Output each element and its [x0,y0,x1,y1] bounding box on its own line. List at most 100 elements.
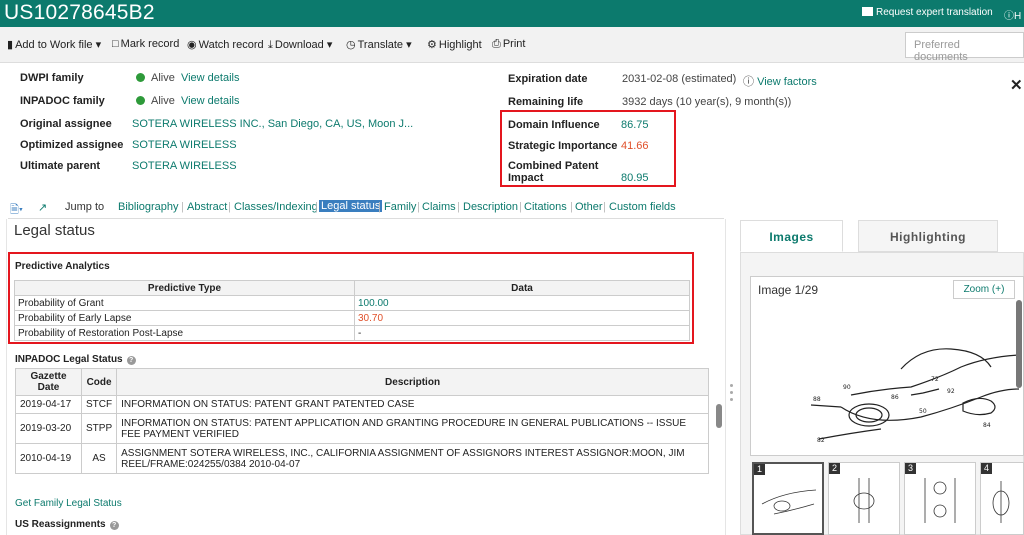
jump-custom-fields[interactable]: Custom fields [609,201,676,213]
watch-record-button[interactable]: ◉ Watch record [187,38,264,51]
jump-abstract[interactable]: Abstract [187,201,227,213]
legal-code: STPP [80,413,118,444]
scrollbar-thumb[interactable] [716,404,722,428]
preferred-documents-input[interactable]: Preferred documents [905,32,1024,63]
request-translation-label: Request expert translation [876,7,993,18]
us-reassignments-label: US Reassignments [15,519,106,530]
panel-resize-handle[interactable] [730,384,734,414]
separator: | [228,201,231,213]
strategic-importance-label: Strategic Importance [508,140,618,152]
jump-citations[interactable]: Citations [524,201,567,213]
jump-classes-indexing[interactable]: Classes/Indexing [234,201,318,213]
view-factors-label: View factors [757,76,817,88]
table-row: Probability of Restoration Post-Lapse - [14,325,690,341]
thumbnail-number: 4 [981,463,992,474]
help-button[interactable]: ⓘH [1004,7,1021,22]
title-bar: US10278645B2 Request expert translation … [0,0,1024,27]
svg-text:92: 92 [947,388,955,395]
gear-icon: ⚙ [427,39,437,51]
table-row: Probability of Early Lapse 30.70 [14,310,690,326]
external-link-icon[interactable]: ↗ [38,201,47,214]
help-icon[interactable]: ? [126,356,136,365]
image-viewer[interactable]: 88 90 86 72 92 50 84 82 [750,276,1024,456]
svg-text:72: 72 [931,376,939,383]
divider [8,218,724,219]
combined-impact-label-line1: Combined Patent [508,160,599,172]
gazette-date: 2019-03-20 [15,413,82,444]
help-icon: ⓘ [1004,11,1014,22]
inpadoc-legal-status-table: Gazette Date Code Description 2019-04-17… [15,368,709,474]
legal-code: AS [80,443,118,474]
scrollbar-thumb[interactable] [1016,300,1022,388]
add-to-work-file-button[interactable]: ▮ Add to Work file ▾ [7,38,101,51]
original-assignee-link[interactable]: SOTERA WIRELESS INC., San Diego, CA, US,… [132,118,413,130]
jump-other[interactable]: Other [575,201,603,213]
inpadoc-view-details-link[interactable]: View details [181,95,240,107]
thumbnail[interactable]: 4 [980,462,1024,535]
thumbnail[interactable]: 1 [752,462,824,535]
predictive-data: 100.00 [354,295,690,311]
svg-text:88: 88 [813,396,821,403]
table-row: 2010-04-19 AS ASSIGNMENT SOTERA WIRELESS… [15,443,709,474]
jump-legal-status[interactable]: Legal status [319,200,383,212]
info-icon: ⓘ [743,76,754,88]
request-translation-button[interactable]: Request expert translation [862,7,993,18]
thumbnail-number: 2 [829,463,840,474]
highlight-button[interactable]: ⚙ Highlight [427,38,482,51]
translation-icon [862,7,873,16]
predictive-type: Probability of Grant [14,295,355,311]
ultimate-parent-link[interactable]: SOTERA WIRELESS [132,160,237,172]
print-button[interactable]: ⎙ Print [492,38,525,51]
inpadoc-family-label: INPADOC family [20,95,105,107]
combined-impact-value: 80.95 [621,172,649,184]
separator: | [519,201,522,213]
remaining-life-value: 3932 days (10 year(s), 9 month(s)) [622,96,792,108]
patent-drawing: 88 90 86 72 92 50 84 82 [810,348,1020,444]
inpadoc-title-label: INPADOC Legal Status [15,354,123,365]
jump-bibliography[interactable]: Bibliography [118,201,179,213]
legal-description: ASSIGNMENT SOTERA WIRELESS, INC., CALIFO… [116,443,709,474]
download-button[interactable]: ⤓ Download ▾ [268,38,332,52]
highlight-label: Highlight [438,39,482,51]
tab-highlighting[interactable]: Highlighting [858,220,998,252]
optimized-assignee-link[interactable]: SOTERA WIRELESS [132,139,237,151]
get-family-legal-status-link[interactable]: Get Family Legal Status [15,498,122,509]
mark-record-button[interactable]: □ Mark record [112,38,179,50]
predictive-data: - [354,325,690,341]
ultimate-parent-label: Ultimate parent [20,160,101,172]
inpadoc-legal-status-title: INPADOC Legal Status? [15,354,136,365]
jump-bar: 🗎▾ ↗ Jump to Bibliography | Abstract | C… [8,198,1024,218]
inpadoc-family-status: Alive [151,95,175,107]
download-label: Download [274,39,324,51]
jump-claims[interactable]: Claims [422,201,456,213]
predictive-type: Probability of Restoration Post-Lapse [14,325,355,341]
view-factors-link[interactable]: ⓘ View factors [743,73,817,89]
check-circle-icon [136,96,145,105]
separator: | [570,201,573,213]
legal-description: INFORMATION ON STATUS: PATENT GRANT PATE… [116,395,709,414]
column-header: Code [80,368,118,396]
help-label: H [1014,11,1022,22]
globe-icon: ◷ [346,39,356,51]
predictive-data: 30.70 [354,310,690,326]
legal-code: STCF [80,395,118,414]
jump-family[interactable]: Family [384,201,416,213]
jump-description[interactable]: Description [463,201,518,213]
svg-text:90: 90 [843,384,851,391]
dwpi-view-details-link[interactable]: View details [181,72,240,84]
table-row: Probability of Grant 100.00 [14,295,690,311]
strategic-importance-value: 41.66 [621,140,649,152]
close-icon[interactable]: ✕ [1010,76,1023,94]
translate-button[interactable]: ◷ Translate ▾ [346,38,412,51]
dwpi-family-label: DWPI family [20,72,84,84]
thumbnail-strip: 1 2 3 4 [752,462,1024,535]
bookmark-icon: □ [112,38,119,50]
zoom-button[interactable]: Zoom (+) [953,280,1015,299]
tab-images[interactable]: Images [740,220,843,252]
thumbnail[interactable]: 2 [828,462,900,535]
image-counter: Image 1/29 [758,283,819,297]
help-icon[interactable]: ? [109,521,119,530]
thumbnail[interactable]: 3 [904,462,976,535]
jump-to-label: Jump to [65,201,105,213]
thumbnail-number: 3 [905,463,916,474]
